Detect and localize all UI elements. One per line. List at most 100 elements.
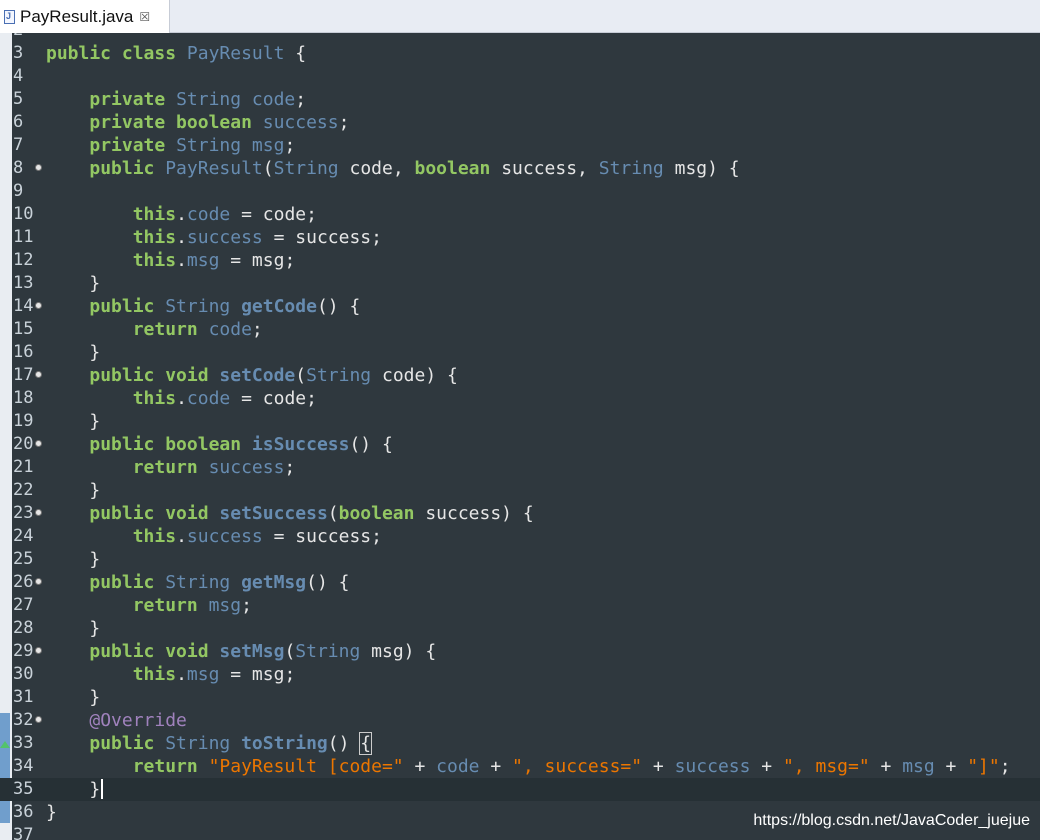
fold-toggle-icon[interactable] — [35, 509, 42, 516]
code-line[interactable]: 27 return msg; — [0, 594, 1040, 617]
close-tab-icon[interactable]: ☒ — [139, 10, 150, 24]
code-line[interactable]: 24 this.success = success; — [0, 525, 1040, 548]
code-token: public void — [89, 503, 220, 524]
line-number: 9 — [13, 181, 24, 201]
line-number: 25 — [13, 549, 34, 569]
code-line[interactable]: 19 } — [0, 410, 1040, 433]
code-text: public void setCode(String code) { — [46, 364, 457, 387]
code-line[interactable]: 10 this.code = code; — [0, 203, 1040, 226]
fold-toggle-icon[interactable] — [35, 578, 42, 585]
code-text: return success; — [46, 456, 296, 479]
code-line[interactable]: 34 return "PayResult [code=" + code + ",… — [0, 755, 1040, 778]
code-line[interactable]: 32 @Override — [0, 709, 1040, 732]
code-token: . — [176, 250, 187, 271]
code-line[interactable]: 29 public void setMsg(String msg) { — [0, 640, 1040, 663]
code-line[interactable]: 33 public String toString() { — [0, 732, 1040, 755]
fold-toggle-icon[interactable] — [35, 302, 42, 309]
code-line[interactable]: 12 this.msg = msg; — [0, 249, 1040, 272]
fold-toggle-icon[interactable] — [35, 440, 42, 447]
code-line[interactable]: 4 — [0, 65, 1040, 88]
code-token: String — [176, 135, 252, 156]
code-line[interactable]: 3 public class PayResult { — [0, 42, 1040, 65]
code-text: this.success = success; — [46, 226, 382, 249]
line-number: 14 — [13, 296, 34, 316]
code-token: ; — [251, 319, 263, 340]
code-token: msg — [186, 250, 220, 271]
code-line[interactable]: 17 public void setCode(String code) { — [0, 364, 1040, 387]
code-text: this.success = success; — [46, 525, 382, 548]
code-line[interactable]: 15 return code; — [0, 318, 1040, 341]
code-text: } — [46, 479, 100, 502]
code-line[interactable]: 13 } — [0, 272, 1040, 295]
code-token: = success; — [262, 227, 382, 248]
code-line[interactable]: 23 public void setSuccess(boolean succes… — [0, 502, 1040, 525]
code-line[interactable]: 21 return success; — [0, 456, 1040, 479]
code-token: } — [46, 411, 101, 432]
tab-payresult-java[interactable]: PayResult.java ☒ — [0, 0, 170, 33]
fold-toggle-icon[interactable] — [35, 164, 42, 171]
code-text: } — [46, 801, 57, 824]
code-token: { — [359, 732, 373, 755]
code-text: } — [46, 548, 100, 571]
fold-toggle-icon[interactable] — [35, 716, 42, 723]
code-token: public — [89, 296, 166, 317]
code-token: code, — [338, 158, 415, 179]
line-number: 36 — [13, 802, 34, 822]
code-token: code — [186, 388, 231, 409]
code-editor[interactable]: 23public class PayResult {45 private Str… — [0, 33, 1040, 840]
code-token: setMsg — [219, 641, 285, 662]
code-token: msg) { — [360, 641, 437, 662]
code-token: String — [165, 296, 242, 317]
code-line[interactable]: 25 } — [0, 548, 1040, 571]
code-token: this — [132, 526, 177, 547]
code-text: public void setSuccess(boolean success) … — [46, 502, 533, 525]
code-line[interactable]: 5 private String code; — [0, 88, 1040, 111]
code-line[interactable]: 26 public String getMsg() { — [0, 571, 1040, 594]
code-line[interactable]: 20 public boolean isSuccess() { — [0, 433, 1040, 456]
code-line[interactable]: 8 public PayResult(String code, boolean … — [0, 157, 1040, 180]
override-marker-icon[interactable] — [0, 741, 10, 748]
line-number: 26 — [13, 572, 34, 592]
code-token: } — [46, 618, 101, 639]
code-line[interactable]: 6 private boolean success; — [0, 111, 1040, 134]
line-number: 2 — [13, 33, 35, 42]
code-token: boolean — [414, 158, 491, 179]
code-line[interactable]: 9 — [0, 180, 1040, 203]
code-token: code — [436, 756, 480, 777]
code-token: ; — [338, 112, 350, 133]
fold-toggle-icon[interactable] — [35, 371, 42, 378]
code-line[interactable]: 30 this.msg = msg; — [0, 663, 1040, 686]
code-text: private boolean success; — [46, 111, 349, 134]
code-line[interactable]: 28 } — [0, 617, 1040, 640]
code-token: = success; — [262, 526, 382, 547]
code-token: ( — [262, 158, 274, 179]
code-line[interactable]: 18 this.code = code; — [0, 387, 1040, 410]
code-token: String — [598, 158, 664, 179]
code-text: } — [46, 341, 100, 364]
code-line[interactable]: 16 } — [0, 341, 1040, 364]
code-token: private boolean — [89, 112, 263, 133]
code-token: } — [46, 273, 101, 294]
code-line[interactable]: 22 } — [0, 479, 1040, 502]
line-number: 19 — [13, 411, 34, 431]
code-line[interactable]: 31 } — [0, 686, 1040, 709]
line-number: 18 — [13, 388, 34, 408]
code-line[interactable]: 2 — [0, 33, 1040, 42]
fold-toggle-icon[interactable] — [35, 647, 42, 654]
code-line[interactable]: 35 } — [0, 778, 1040, 801]
code-line[interactable]: 11 this.success = success; — [0, 226, 1040, 249]
code-line[interactable]: 14 public String getCode() { — [0, 295, 1040, 318]
code-token: getMsg — [241, 572, 307, 593]
line-number: 5 — [13, 89, 24, 109]
code-line[interactable]: 7 private String msg; — [0, 134, 1040, 157]
line-number: 28 — [13, 618, 34, 638]
